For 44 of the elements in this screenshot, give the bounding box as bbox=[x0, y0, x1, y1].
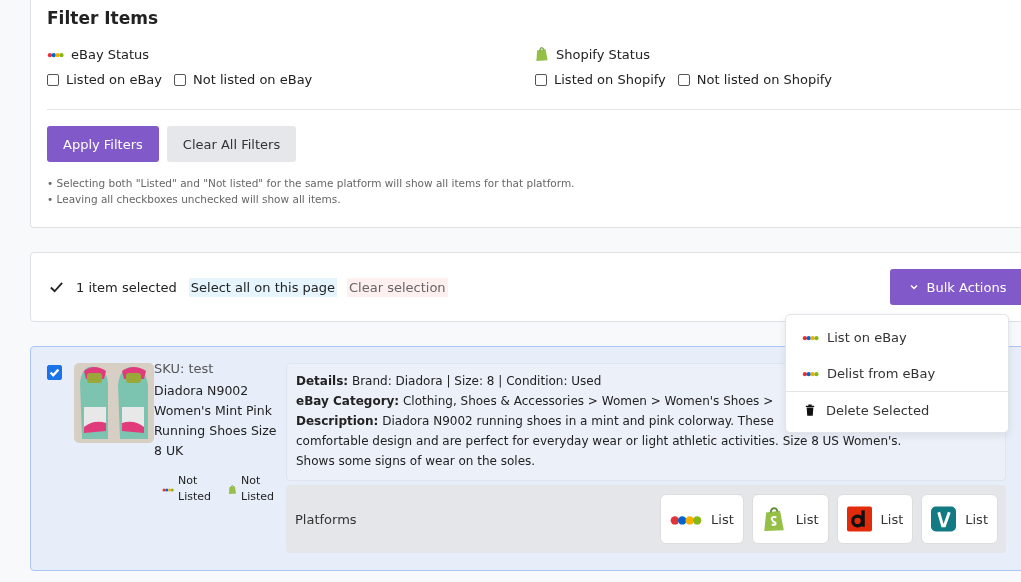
filter-checkbox[interactable]: Listed on eBay bbox=[47, 72, 162, 87]
detail-line: Shows some signs of wear on the soles. bbox=[296, 453, 536, 470]
clear-button[interactable]: Clear All Filters bbox=[166, 126, 297, 162]
help-note: • Selecting both "Listed" and "Not listed" for the same platform will show all items for that platform. bbox=[47, 176, 576, 191]
list-button[interactable]: List bbox=[660, 494, 744, 544]
detail-line: eBay Category: Clothing, Shoes & Accessories > Women > Women's Shoes > bbox=[296, 393, 774, 410]
sku-label: SKU: test bbox=[154, 360, 215, 378]
shopping-bag-icon bbox=[535, 46, 549, 62]
platforms-label: Platforms bbox=[295, 511, 357, 527]
ebay-logo-icon bbox=[802, 369, 819, 377]
filter-title: Filter Items bbox=[47, 7, 160, 30]
selection-count: 1 item selected bbox=[76, 279, 177, 295]
shopping-bag-icon bbox=[228, 483, 237, 495]
check-icon bbox=[49, 279, 64, 295]
ebay-logo-icon bbox=[802, 333, 819, 341]
apply-button[interactable]: Apply Filters bbox=[47, 126, 159, 162]
trash-icon bbox=[805, 404, 815, 416]
select-all-link[interactable]: Select all on this page bbox=[188, 277, 337, 297]
filter-checkbox[interactable]: Not listed on Shopify bbox=[677, 72, 832, 87]
ebay-logo-icon bbox=[162, 486, 174, 492]
ebay-logo-icon bbox=[47, 50, 64, 58]
list-button[interactable]: List bbox=[921, 494, 998, 544]
depop-logo-icon bbox=[846, 506, 872, 532]
menu-item[interactable]: List on eBay bbox=[786, 319, 1008, 355]
listing-status: Not Listed bbox=[241, 473, 275, 505]
shopping-bag-icon bbox=[761, 506, 787, 532]
filter-checkbox[interactable]: Listed on Shopify bbox=[535, 72, 666, 87]
menu-item[interactable]: Delist from eBay bbox=[786, 355, 1008, 391]
detail-line: Details: Brand: Diadora | Size: 8 | Condition: Used bbox=[296, 373, 602, 390]
detail-line: Description: Diadora N9002 running shoes in a mint and pink colorway. These bbox=[296, 413, 774, 430]
item-title: Diadora N9002 Women's Mint Pink Running Shoes Size 8 UK bbox=[154, 382, 278, 460]
group-label: Shopify Status bbox=[556, 46, 650, 62]
vinted-logo-icon bbox=[931, 506, 957, 532]
clear-selection-link[interactable]: Clear selection bbox=[347, 277, 448, 297]
listing-status: Not Listed bbox=[178, 473, 212, 505]
item-checkbox[interactable] bbox=[47, 365, 62, 380]
help-note: • Leaving all checkboxes unchecked will show all items. bbox=[47, 192, 342, 207]
group-label: eBay Status bbox=[71, 46, 150, 62]
bulk-actions-button[interactable]: Bulk Actions bbox=[890, 269, 1021, 305]
detail-line: comfortable design and are perfect for everyday wear or light athletic activities. Size 8 US Women's. bbox=[296, 433, 902, 450]
filter-checkbox[interactable]: Not listed on eBay bbox=[174, 72, 313, 87]
list-button[interactable]: List bbox=[751, 494, 829, 544]
list-button[interactable]: List bbox=[836, 494, 914, 544]
chevron-icon bbox=[908, 282, 919, 292]
